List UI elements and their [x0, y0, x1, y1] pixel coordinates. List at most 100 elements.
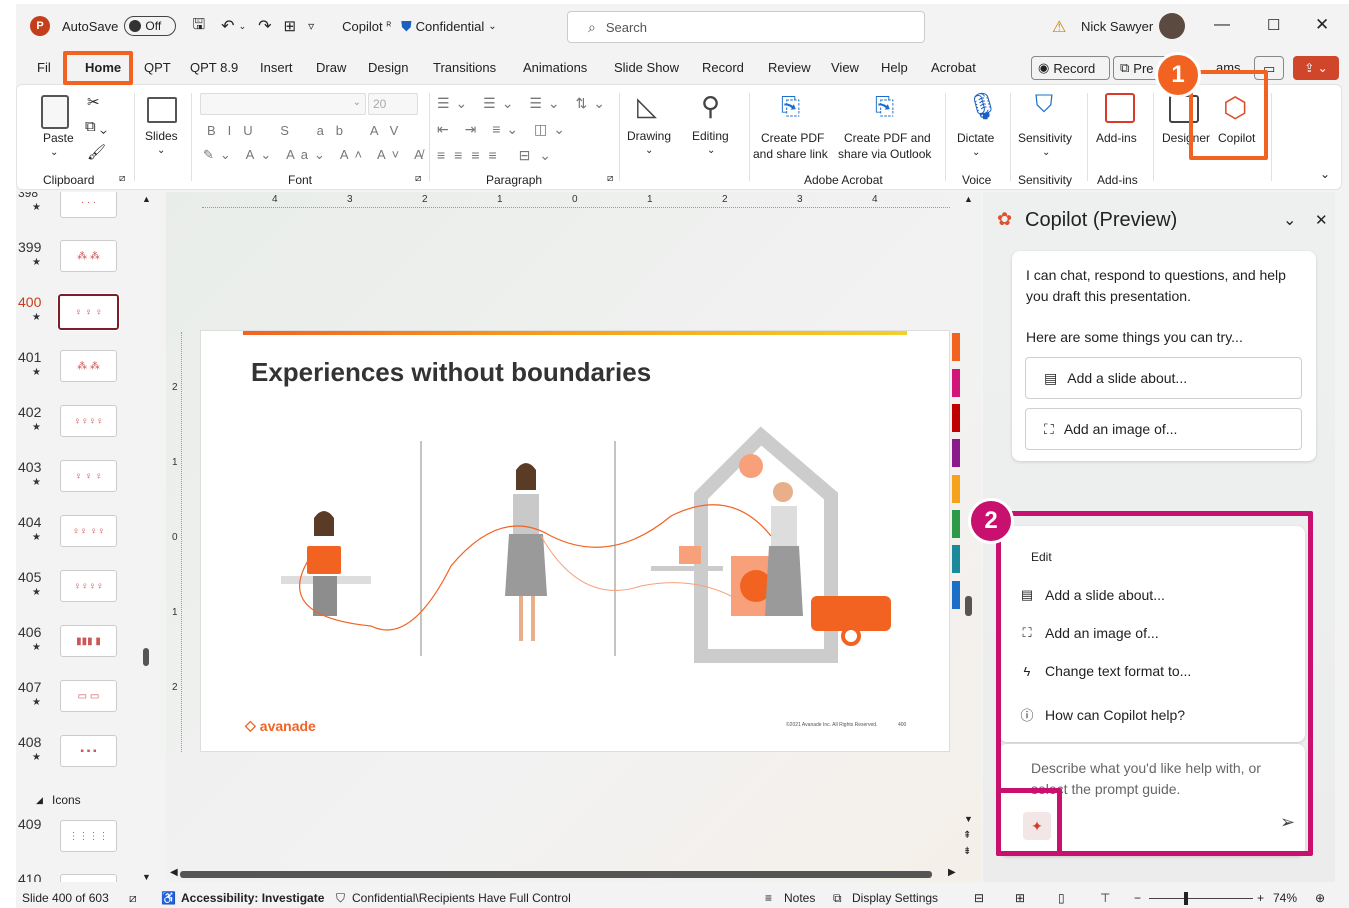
tab-acrobat[interactable]: Acrobat: [931, 60, 976, 75]
tab-transitions[interactable]: Transitions: [433, 60, 496, 75]
align-buttons[interactable]: ≡≡≡≡ ⊟⌄: [437, 147, 560, 164]
avatar[interactable]: [1159, 13, 1185, 39]
customize-toolbar-icon[interactable]: ▿: [308, 19, 314, 33]
dialog-launcher-icon[interactable]: ⧄: [415, 173, 421, 184]
suggestion-add-slide-button[interactable]: ▤ Add a slide about...: [1025, 357, 1302, 399]
new-slide-icon[interactable]: [147, 97, 177, 123]
editing-dropdown-icon[interactable]: ⌄: [707, 145, 715, 156]
dialog-launcher-icon[interactable]: ⧄: [607, 173, 613, 184]
sensitivity-icon[interactable]: ⛉: [1035, 91, 1053, 119]
zoom-in-icon[interactable]: +: [1257, 891, 1264, 905]
warning-icon[interactable]: ⚠: [1052, 17, 1066, 37]
scroll-down-icon[interactable]: ▼: [964, 814, 973, 824]
slide-thumbnail[interactable]: ⁂ ⁂: [60, 240, 117, 272]
autosave-toggle[interactable]: Off: [124, 16, 177, 36]
slide-thumbnail[interactable]: ▭ ▭: [60, 680, 117, 712]
redo-icon[interactable]: ↷: [258, 16, 271, 36]
normal-view-icon[interactable]: ⊟: [974, 891, 984, 905]
scroll-down-icon[interactable]: ▼: [142, 872, 151, 882]
display-settings-button[interactable]: Display Settings: [852, 891, 938, 905]
scroll-right-icon[interactable]: ▶: [948, 867, 956, 878]
slide-thumbnail[interactable]: ♀ ♀ ♀: [60, 460, 117, 492]
editing-label[interactable]: Editing: [692, 129, 729, 143]
sensitivity-status[interactable]: Confidential\Recipients Have Full Contro…: [352, 891, 571, 905]
slide-thumbnail[interactable]: ⋮⋮⋮⋮: [60, 820, 117, 852]
save-icon[interactable]: 🖫: [192, 14, 205, 39]
editor-scrollbar-thumb[interactable]: [965, 596, 972, 616]
indent-buttons[interactable]: ⇤ ⇥ ≡⌄ ◫⌄: [437, 121, 571, 138]
slideshow-view-icon[interactable]: ⊤: [1100, 891, 1110, 905]
maximize-icon[interactable]: ☐: [1267, 16, 1280, 34]
tab-insert[interactable]: Insert: [260, 60, 293, 75]
slide-thumbnail[interactable]: ▮▮▮ ▮: [60, 625, 117, 657]
format-painter-icon[interactable]: 🖌: [87, 143, 106, 161]
accessibility-status[interactable]: Accessibility: Investigate: [181, 891, 324, 905]
tab-record[interactable]: Record: [702, 60, 744, 75]
vertical-ruler[interactable]: 2 1 0 1 2: [170, 332, 182, 752]
editing-search-icon[interactable]: ⚲: [701, 91, 720, 122]
tab-help[interactable]: Help: [881, 60, 908, 75]
undo-icon[interactable]: ↶: [221, 16, 234, 36]
collapse-ribbon-icon[interactable]: ⌄: [1320, 167, 1330, 181]
suggestion-add-image-button[interactable]: ⛶ Add an image of...: [1025, 408, 1302, 450]
create-pdf-outlook-label-2[interactable]: share via Outlook: [838, 147, 931, 161]
horizontal-ruler[interactable]: 4 3 2 1 0 1 2 3 4: [202, 194, 950, 208]
slides-label[interactable]: Slides: [145, 129, 178, 143]
add-ins-label[interactable]: Add-ins: [1096, 131, 1137, 145]
undo-dropdown-icon[interactable]: ⌄: [239, 21, 247, 32]
slide-thumbnail[interactable]: ♀♀♀♀: [60, 570, 117, 602]
slides-dropdown-icon[interactable]: ⌄: [157, 145, 165, 156]
dictate-label[interactable]: Dictate: [957, 131, 994, 145]
slide-thumbnail[interactable]: ▪ ▪ ▪: [60, 735, 117, 767]
drawing-shapes-icon[interactable]: ◺: [637, 91, 657, 122]
slide-sorter-icon[interactable]: ⊞: [1015, 891, 1025, 905]
drawing-label[interactable]: Drawing: [627, 129, 671, 143]
microphone-icon[interactable]: 🎙: [966, 91, 999, 122]
scroll-left-icon[interactable]: ◀: [170, 867, 178, 878]
dictate-dropdown-icon[interactable]: ⌄: [972, 147, 980, 158]
zoom-level[interactable]: 74%: [1273, 891, 1297, 905]
slide-thumbnail[interactable]: · · ·: [60, 192, 117, 218]
slide-count[interactable]: Slide 400 of 603: [22, 891, 109, 905]
copy-icon[interactable]: ⧉ ⌄: [85, 118, 107, 135]
fit-slide-icon[interactable]: ⊕: [1315, 891, 1325, 905]
slide-thumbnail[interactable]: ⋮⋮⋮⋮: [60, 874, 117, 882]
font-size-select[interactable]: 20: [368, 93, 418, 115]
slide-thumbnail[interactable]: ♀♀♀♀: [60, 405, 117, 437]
scroll-up-icon[interactable]: ▲: [964, 194, 973, 204]
zoom-slider[interactable]: [1149, 898, 1253, 899]
slide-thumbnail[interactable]: ♀♀ ♀♀: [60, 515, 117, 547]
dialog-launcher-icon[interactable]: ⧄: [119, 173, 125, 184]
tab-design[interactable]: Design: [368, 60, 408, 75]
tab-review[interactable]: Review: [768, 60, 811, 75]
close-icon[interactable]: ✕: [1315, 211, 1328, 229]
horizontal-scrollbar-thumb[interactable]: [180, 871, 932, 878]
slide-title[interactable]: Experiences without boundaries: [251, 357, 651, 388]
slide-canvas[interactable]: Experiences without boundaries ◇ avanade…: [200, 330, 950, 752]
chevron-down-icon[interactable]: ⌄: [1283, 210, 1296, 230]
tab-slide-show[interactable]: Slide Show: [614, 60, 679, 75]
tab-draw[interactable]: Draw: [316, 60, 346, 75]
chevron-down-icon[interactable]: ⌄: [488, 21, 496, 32]
notes-view-icon[interactable]: ⧄: [129, 891, 137, 906]
font-color-buttons[interactable]: ✎⌄ A⌄ Aa⌄ A˄ A˅ A̸: [203, 147, 429, 163]
slide-thumbnail-selected[interactable]: ♀ ♀ ♀: [57, 293, 120, 331]
cut-icon[interactable]: ✂: [87, 93, 100, 111]
slide-illustration[interactable]: [251, 426, 891, 666]
user-name[interactable]: Nick Sawyer: [1081, 19, 1153, 34]
thumbnail-scrollbar-thumb[interactable]: [143, 648, 149, 666]
section-icons-label[interactable]: Icons: [52, 793, 81, 807]
present-from-start-icon[interactable]: ⊞: [284, 17, 297, 35]
scroll-up-icon[interactable]: ▲: [142, 194, 151, 204]
sensitivity-label[interactable]: Sensitivity: [1018, 131, 1072, 145]
tab-qpt[interactable]: QPT: [144, 60, 171, 75]
create-pdf-icon[interactable]: ⎘: [781, 93, 800, 121]
sensitivity-dropdown-icon[interactable]: ⌄: [1042, 147, 1050, 158]
notes-button[interactable]: Notes: [784, 891, 815, 905]
previous-slide-icon[interactable]: ⇞: [963, 830, 971, 841]
reading-view-icon[interactable]: ▯: [1058, 891, 1065, 905]
paste-label[interactable]: Paste: [43, 131, 74, 145]
paste-dropdown-icon[interactable]: ⌄: [50, 147, 58, 158]
document-name[interactable]: Copilot: [342, 19, 382, 34]
close-icon[interactable]: ✕: [1315, 15, 1329, 35]
